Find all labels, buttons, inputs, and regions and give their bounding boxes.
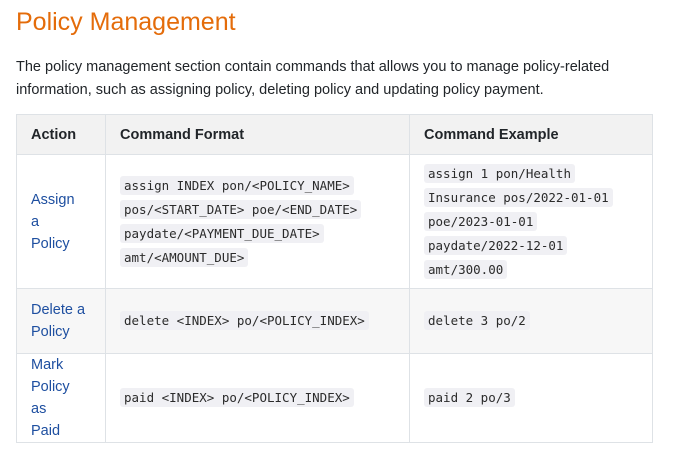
table-header-row: Action Command Format Command Example xyxy=(16,114,653,155)
command-example-code: delete 3 po/2 xyxy=(424,311,530,330)
action-link-delete-policy[interactable]: Delete a Policy xyxy=(31,299,91,343)
commands-table: Action Command Format Command Example As… xyxy=(16,114,653,443)
table-row: Mark Policy as Paid paid <INDEX> po/<POL… xyxy=(16,353,653,443)
format-cell: assign INDEX pon/<POLICY_NAME> pos/<STAR… xyxy=(105,154,410,289)
command-example-code: paid 2 po/3 xyxy=(424,388,515,407)
table-row: Assign a Policy assign INDEX pon/<POLICY… xyxy=(16,154,653,289)
command-example-code: assign 1 pon/Health Insurance pos/2022-0… xyxy=(424,163,613,279)
format-cell: delete <INDEX> po/<POLICY_INDEX> xyxy=(105,288,410,354)
action-cell: Assign a Policy xyxy=(16,154,106,289)
action-cell: Delete a Policy xyxy=(16,288,106,354)
header-command-example: Command Example xyxy=(409,114,653,155)
action-link-mark-policy-paid[interactable]: Mark Policy as Paid xyxy=(31,354,79,442)
format-cell: paid <INDEX> po/<POLICY_INDEX> xyxy=(105,353,410,443)
section-intro: The policy management section contain co… xyxy=(16,59,610,98)
example-cell: delete 3 po/2 xyxy=(409,288,653,354)
example-cell: assign 1 pon/Health Insurance pos/2022-0… xyxy=(409,154,653,289)
header-command-format: Command Format xyxy=(105,114,410,155)
header-action: Action xyxy=(16,114,106,155)
action-link-assign-policy[interactable]: Assign a Policy xyxy=(31,189,79,255)
example-cell: paid 2 po/3 xyxy=(409,353,653,443)
command-format-code: assign INDEX pon/<POLICY_NAME> pos/<STAR… xyxy=(120,175,362,267)
section-heading: Policy Management xyxy=(16,8,236,36)
table-row: Delete a Policy delete <INDEX> po/<POLIC… xyxy=(16,288,653,354)
action-cell: Mark Policy as Paid xyxy=(16,353,106,443)
command-format-code: paid <INDEX> po/<POLICY_INDEX> xyxy=(120,388,354,407)
command-format-code: delete <INDEX> po/<POLICY_INDEX> xyxy=(120,311,369,330)
